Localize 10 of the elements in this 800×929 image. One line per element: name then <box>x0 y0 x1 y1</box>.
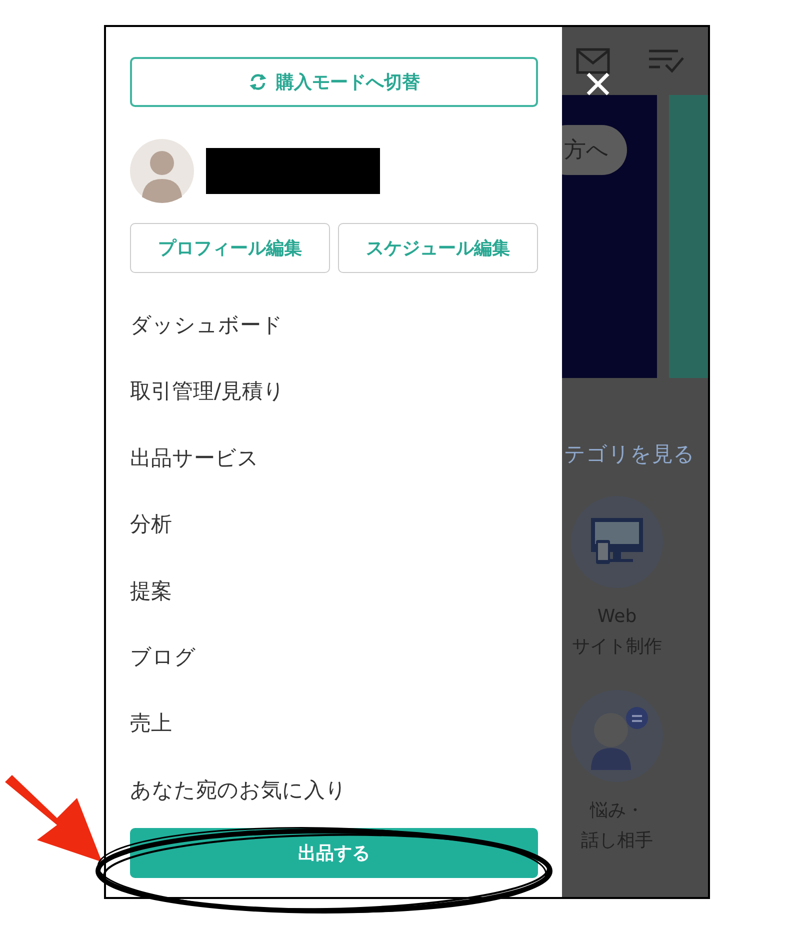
menu-item[interactable]: 売上 <box>130 709 172 738</box>
menu-item[interactable]: ダッシュボード <box>130 311 283 339</box>
menu-item[interactable]: 出品サービス <box>130 444 259 472</box>
menu-item[interactable]: 分析 <box>130 510 172 538</box>
menu-item[interactable]: ブログ <box>130 642 196 671</box>
menu-item[interactable]: 取引管理/見積り <box>130 377 286 406</box>
menu-item[interactable]: あなた宛のお気に入り <box>130 776 347 804</box>
banner-bubble: 方へ <box>562 125 627 175</box>
menu-item[interactable]: 提案 <box>130 576 172 605</box>
category-link[interactable]: テゴリを見る <box>564 440 708 468</box>
